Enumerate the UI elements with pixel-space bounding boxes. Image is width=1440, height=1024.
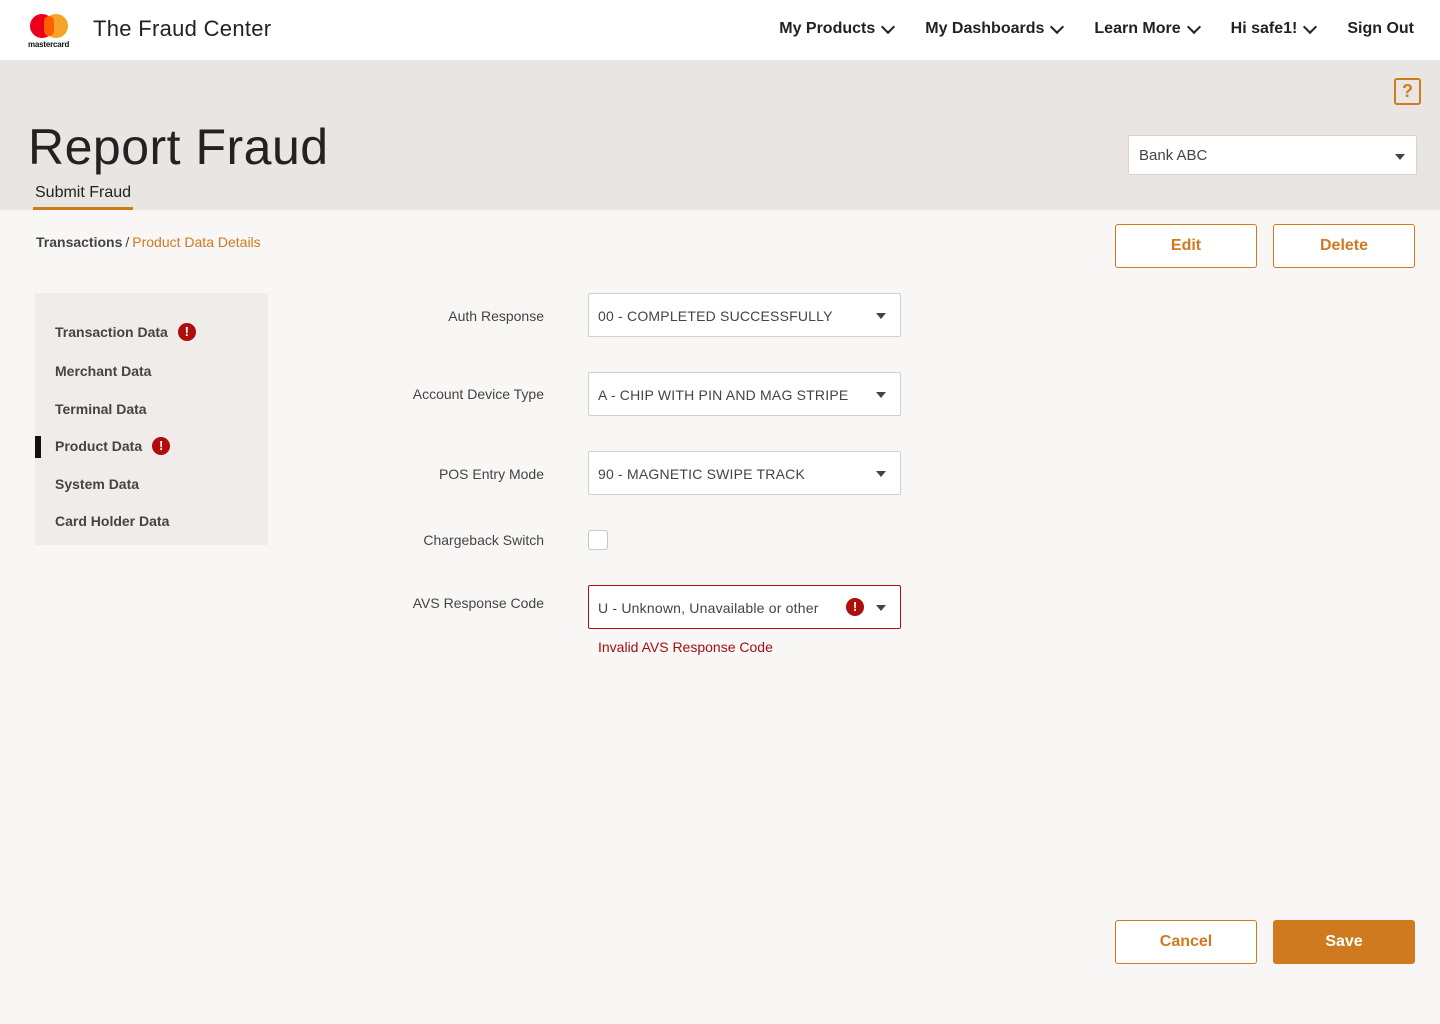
chevron-down-icon [1303, 19, 1318, 34]
account-device-type-select[interactable]: A - CHIP WITH PIN AND MAG STRIPE [588, 372, 901, 416]
pos-entry-mode-value: 90 - MAGNETIC SWIPE TRACK [598, 466, 805, 482]
mastercard-logo[interactable]: mastercard [28, 12, 74, 50]
caret-down-icon [876, 313, 886, 319]
top-navigation-bar: mastercard The Fraud Center My Products … [0, 0, 1440, 60]
pos-entry-mode-select[interactable]: 90 - MAGNETIC SWIPE TRACK [588, 451, 901, 495]
nav-learn-more[interactable]: Learn More [1094, 19, 1201, 38]
avs-response-code-select[interactable]: U - Unknown, Unavailable or other ! [588, 585, 901, 629]
nav-label: My Dashboards [925, 20, 1045, 37]
sidebar-item-product-data[interactable]: Product Data ! [55, 437, 171, 455]
delete-button[interactable]: Delete [1273, 224, 1415, 268]
auth-response-select[interactable]: 00 - COMPLETED SUCCESSFULLY [588, 293, 901, 337]
auth-response-label: Auth Response [448, 308, 544, 324]
nav-label: Hi safe1! [1230, 20, 1298, 37]
nav-user-menu[interactable]: Hi safe1! [1230, 19, 1318, 38]
logo-overlap [44, 16, 54, 36]
caret-down-icon [876, 605, 886, 611]
sidebar-item-label: Terminal Data [55, 401, 147, 417]
sidebar-item-label: Merchant Data [55, 363, 152, 379]
breadcrumb-transactions[interactable]: Transactions [36, 234, 122, 250]
chargeback-switch-label: Chargeback Switch [423, 532, 544, 548]
pos-entry-mode-label: POS Entry Mode [438, 466, 544, 482]
avs-response-code-value: U - Unknown, Unavailable or other [598, 600, 819, 616]
section-sidebar: Transaction Data ! Merchant Data Termina… [35, 293, 268, 545]
bank-select-value: Bank ABC [1139, 147, 1208, 164]
main-nav: My Products My Dashboards Learn More Hi … [747, 19, 1414, 38]
nav-label: Learn More [1094, 20, 1181, 37]
cancel-button[interactable]: Cancel [1115, 920, 1257, 964]
avs-response-code-label: AVS Response Code [412, 595, 544, 611]
error-icon: ! [846, 598, 864, 616]
breadcrumb: Transactions / Product Data Details [36, 234, 261, 250]
sidebar-item-system-data[interactable]: System Data [55, 476, 139, 492]
nav-sign-out[interactable]: Sign Out [1347, 20, 1414, 38]
edit-button[interactable]: Edit [1115, 224, 1257, 268]
page-header: ? Report Fraud Submit Fraud Bank ABC [0, 60, 1440, 210]
account-device-type-label: Account Device Type [412, 386, 544, 402]
app-title[interactable]: The Fraud Center [93, 16, 271, 42]
account-device-type-value: A - CHIP WITH PIN AND MAG STRIPE [598, 387, 849, 403]
nav-label: Sign Out [1347, 20, 1414, 37]
chargeback-switch-checkbox[interactable] [588, 530, 608, 550]
error-icon: ! [177, 323, 196, 341]
caret-down-icon [876, 471, 886, 477]
breadcrumb-separator: / [125, 234, 130, 250]
caret-down-icon [876, 392, 886, 398]
chevron-down-icon [1186, 19, 1201, 34]
auth-response-value: 00 - COMPLETED SUCCESSFULLY [598, 308, 833, 324]
sidebar-item-label: Product Data [55, 438, 143, 454]
sidebar-item-label: Transaction Data [55, 324, 168, 340]
sidebar-item-label: Card Holder Data [55, 513, 170, 529]
page-title: Report Fraud [28, 119, 329, 175]
save-button[interactable]: Save [1273, 920, 1415, 964]
sidebar-item-label: System Data [55, 476, 140, 492]
breadcrumb-current: Product Data Details [132, 234, 261, 250]
logo-wordmark: mastercard [28, 40, 70, 49]
nav-label: My Products [779, 20, 876, 37]
tab-submit-fraud[interactable]: Submit Fraud [33, 184, 134, 210]
active-indicator [35, 436, 41, 458]
chevron-down-icon [881, 19, 896, 34]
avs-error-message: Invalid AVS Response Code [598, 639, 773, 655]
sidebar-item-card-holder-data[interactable]: Card Holder Data [55, 513, 169, 529]
nav-my-dashboards[interactable]: My Dashboards [925, 19, 1065, 38]
caret-down-icon [1395, 154, 1405, 160]
sidebar-item-transaction-data[interactable]: Transaction Data ! [55, 323, 196, 341]
bank-select[interactable]: Bank ABC [1128, 135, 1417, 175]
nav-my-products[interactable]: My Products [779, 19, 896, 38]
sidebar-item-terminal-data[interactable]: Terminal Data [55, 401, 147, 417]
chevron-down-icon [1050, 19, 1065, 34]
sidebar-item-merchant-data[interactable]: Merchant Data [55, 363, 151, 379]
help-icon[interactable]: ? [1394, 78, 1421, 105]
error-icon: ! [152, 437, 171, 455]
